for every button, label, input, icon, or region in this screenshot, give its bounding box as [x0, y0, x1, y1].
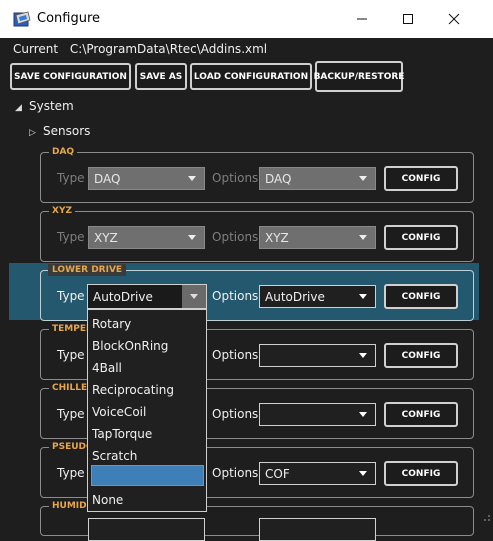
type-label: Type [57, 230, 85, 244]
dropdown-option-scratch[interactable]: Scratch [92, 449, 137, 463]
humidi-options-combo[interactable] [259, 518, 376, 541]
expand-right-icon[interactable]: ▷ [29, 128, 43, 138]
load-configuration-button[interactable]: LOAD CONFIGURATION [190, 63, 312, 90]
combo-value: COF [265, 466, 290, 481]
temper-config-button[interactable]: CONFIG [384, 343, 458, 368]
dropdown-option-reciprocating[interactable]: Reciprocating [92, 383, 174, 397]
type-label: Type [57, 407, 85, 421]
lower-drive-config-button[interactable]: CONFIG [384, 284, 458, 309]
expand-down-icon[interactable]: ◢ [15, 103, 29, 113]
type-label: Type [57, 289, 85, 303]
combo-value: DAQ [265, 171, 292, 186]
backup-restore-button[interactable]: BACKUP/RESTORE [314, 61, 404, 92]
type-label: Type [57, 348, 85, 362]
pseudo-config-button[interactable]: CONFIG [384, 461, 458, 486]
options-label: Options [212, 230, 259, 244]
chevron-down-icon [359, 353, 367, 358]
combo-dropdown-button[interactable] [182, 285, 206, 308]
daq-options-combo[interactable]: DAQ [259, 167, 376, 190]
window-title: Configure [37, 11, 101, 26]
app-icon [13, 11, 31, 27]
chevron-down-icon [359, 176, 367, 181]
maximize-button[interactable] [385, 0, 431, 38]
chevron-down-icon [188, 176, 196, 181]
tree-label-sensors: Sensors [43, 124, 91, 138]
save-as-button[interactable]: SAVE AS [135, 63, 187, 90]
current-path-row: Current C:\ProgramData\Rtec\Addins.xml [13, 42, 267, 56]
chevron-down-icon [359, 471, 367, 476]
chevron-down-icon [188, 235, 196, 240]
dropdown-selection-highlight [91, 465, 204, 486]
lower-drive-options-combo[interactable]: AutoDrive [259, 285, 376, 308]
current-path: C:\ProgramData\Rtec\Addins.xml [69, 42, 268, 56]
close-button[interactable] [431, 0, 477, 38]
chiller-config-button[interactable]: CONFIG [384, 402, 458, 427]
type-dropdown-list: Rotary BlockOnRing 4Ball Reciprocating V… [87, 309, 207, 512]
xyz-type-combo[interactable]: XYZ [88, 226, 205, 249]
type-label: Type [57, 466, 85, 480]
options-label: Options [212, 407, 259, 421]
type-label: Type [57, 171, 85, 185]
group-label-lower-drive: LOWER DRIVE [48, 264, 127, 276]
humidi-type-combo[interactable] [88, 518, 205, 541]
minimize-icon [357, 18, 367, 20]
chevron-down-icon [190, 294, 198, 299]
xyz-config-button[interactable]: CONFIG [384, 225, 458, 250]
group-label-daq: DAQ [49, 147, 78, 157]
dropdown-option-none[interactable]: None [92, 493, 123, 507]
dropdown-option-rotary[interactable]: Rotary [92, 317, 131, 331]
combo-value: XYZ [94, 230, 118, 245]
options-label: Options [212, 171, 259, 185]
combo-value: XYZ [265, 230, 289, 245]
combo-value: AutoDrive [93, 289, 153, 304]
temper-options-combo[interactable] [259, 344, 376, 367]
daq-type-combo[interactable]: DAQ [88, 167, 205, 190]
tree-label-system: System [29, 99, 74, 113]
options-label: Options [212, 289, 259, 303]
tree-node-sensors[interactable]: ▷ Sensors [29, 124, 90, 138]
combo-value: AutoDrive [265, 289, 325, 304]
close-icon [448, 13, 460, 25]
lower-drive-type-combo[interactable]: AutoDrive [87, 284, 207, 309]
dropdown-option-taptorque[interactable]: TapTorque [92, 427, 152, 441]
combo-value: DAQ [94, 171, 121, 186]
title-bar: Configure [0, 0, 493, 38]
chevron-down-icon [359, 235, 367, 240]
current-label: Current [13, 42, 59, 56]
maximize-icon [403, 14, 413, 24]
chevron-down-icon [359, 294, 367, 299]
minimize-button[interactable] [339, 0, 385, 38]
daq-config-button[interactable]: CONFIG [384, 166, 458, 191]
dropdown-option-4ball[interactable]: 4Ball [92, 361, 122, 375]
tree-node-system[interactable]: ◢ System [15, 99, 74, 113]
dropdown-option-blockonring[interactable]: BlockOnRing [92, 339, 168, 353]
resize-grip-icon[interactable] [481, 512, 491, 522]
chiller-options-combo[interactable] [259, 403, 376, 426]
chevron-down-icon [359, 412, 367, 417]
group-label-xyz: XYZ [49, 206, 75, 216]
options-label: Options [212, 466, 259, 480]
options-label: Options [212, 348, 259, 362]
pseudo-options-combo[interactable]: COF [259, 462, 376, 485]
dropdown-option-voicecoil[interactable]: VoiceCoil [92, 405, 146, 419]
save-configuration-button[interactable]: SAVE CONFIGURATION [10, 63, 131, 90]
xyz-options-combo[interactable]: XYZ [259, 226, 376, 249]
